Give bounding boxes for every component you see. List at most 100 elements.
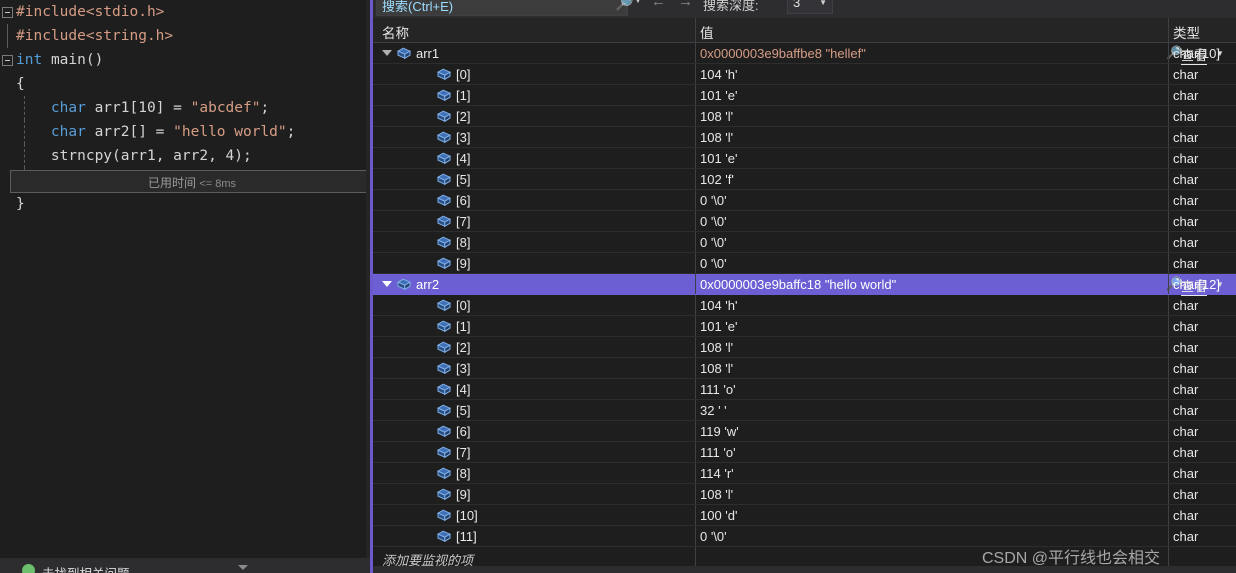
search-depth-select[interactable]: 3 ▼ <box>787 0 833 14</box>
cell-name: [1] <box>373 85 695 106</box>
table-row[interactable]: [7] 0 '\0' char <box>373 211 1236 232</box>
chevron-down-icon[interactable]: ▼ <box>634 0 642 5</box>
chevron-down-icon[interactable] <box>238 565 248 570</box>
column-header-value[interactable]: 值 <box>700 22 714 42</box>
cell-value[interactable]: 108 'l' <box>695 337 1168 358</box>
collapse-region-icon[interactable] <box>2 7 13 18</box>
code-token: 10 <box>138 100 156 116</box>
cell-value[interactable]: 108 'l' <box>695 127 1168 148</box>
cell-value[interactable]: 0x0000003e9baffbe8 "hellef" 🔍 查看 ▼ <box>695 43 1224 65</box>
column-divider-value-type <box>1168 106 1169 126</box>
cell-value[interactable]: 102 'f' <box>695 169 1168 190</box>
code-token: ; <box>260 100 270 116</box>
code-line[interactable]: #include<string.h> <box>0 24 370 48</box>
table-row[interactable]: [5] 102 'f' char <box>373 169 1236 190</box>
cell-value[interactable]: 104 'h' <box>695 295 1168 316</box>
cell-value[interactable]: 119 'w' <box>695 421 1168 442</box>
cell-value[interactable]: 108 'l' <box>695 484 1168 505</box>
cell-value[interactable]: 108 'l' <box>695 358 1168 379</box>
cell-value[interactable]: 111 'o' <box>695 379 1168 400</box>
table-row[interactable]: [9] 0 '\0' char <box>373 253 1236 274</box>
cell-value[interactable]: 0 '\0' <box>695 526 1168 547</box>
variable-cube-icon <box>437 362 451 375</box>
table-row[interactable]: [8] 114 'r' char <box>373 463 1236 484</box>
arrow-left-icon[interactable]: ← <box>651 0 666 10</box>
column-divider-name-value[interactable] <box>695 18 696 42</box>
table-row[interactable]: [1] 101 'e' char <box>373 316 1236 337</box>
table-row[interactable]: [10] 100 'd' char <box>373 505 1236 526</box>
table-row[interactable]: [7] 111 'o' char <box>373 442 1236 463</box>
variable-name: [10] <box>456 508 478 523</box>
arrow-right-icon[interactable]: → <box>678 0 693 10</box>
collapse-region-icon[interactable] <box>2 55 13 66</box>
table-row[interactable]: [6] 119 'w' char <box>373 421 1236 442</box>
table-row[interactable]: [6] 0 '\0' char <box>373 190 1236 211</box>
code-line[interactable]: strncpy(arr1, arr2, 4); <box>0 144 370 168</box>
cell-type: char <box>1168 232 1236 253</box>
search-input[interactable]: 搜索(Ctrl+E) <box>376 0 628 16</box>
column-divider-value-type <box>1168 316 1169 336</box>
expand-collapse-triangle-icon[interactable] <box>382 281 392 287</box>
cell-name: [3] <box>373 127 695 148</box>
cell-value[interactable]: 0 '\0' <box>695 211 1168 232</box>
variable-type: char <box>1173 109 1199 124</box>
table-row[interactable]: arr1 0x0000003e9baffbe8 "hellef" 🔍 查看 ▼ char[… <box>373 43 1236 65</box>
column-header-name[interactable]: 名称 <box>382 22 409 42</box>
code-line[interactable]: { <box>0 72 370 96</box>
table-row[interactable]: [4] 111 'o' char <box>373 379 1236 400</box>
column-header-type[interactable]: 类型 <box>1173 22 1200 42</box>
code-line[interactable]: #include<stdio.h> <box>0 0 370 24</box>
column-divider-name-value <box>695 211 696 231</box>
cell-name: [4] <box>373 148 695 169</box>
table-row[interactable]: [3] 108 'l' char <box>373 358 1236 379</box>
code-line[interactable]: char arr1[10] = "abcdef"; <box>0 96 370 120</box>
expand-collapse-triangle-icon[interactable] <box>382 50 392 56</box>
variable-type: char <box>1173 214 1199 229</box>
code-line[interactable]: int main() <box>0 48 370 72</box>
variable-value: 119 'w' <box>700 424 739 439</box>
cell-value[interactable]: 108 'l' <box>695 106 1168 127</box>
table-row[interactable]: [1] 101 'e' char <box>373 85 1236 106</box>
table-row[interactable]: [8] 0 '\0' char <box>373 232 1236 253</box>
cell-value[interactable]: 111 'o' <box>695 442 1168 463</box>
table-row[interactable]: [11] 0 '\0' char <box>373 526 1236 547</box>
table-row[interactable]: [2] 108 'l' char <box>373 337 1236 358</box>
table-row[interactable]: [0] 104 'h' char <box>373 64 1236 85</box>
variable-name: [8] <box>456 466 471 481</box>
column-divider-value-type[interactable] <box>1168 18 1169 42</box>
table-row[interactable]: [0] 104 'h' char <box>373 295 1236 316</box>
magnifier-icon[interactable]: 🔍 <box>615 0 634 12</box>
table-row[interactable]: [3] 108 'l' char <box>373 127 1236 148</box>
table-row[interactable]: [4] 101 'e' char <box>373 148 1236 169</box>
cell-value[interactable]: 32 ' ' <box>695 400 1168 421</box>
variable-type: char <box>1173 340 1199 355</box>
cell-value[interactable]: 101 'e' <box>695 85 1168 106</box>
code-editor[interactable]: #include<stdio.h> #include<string.h> int m… <box>0 0 370 558</box>
cell-value[interactable]: 0x0000003e9baffc18 "hello world" 🔍 查看 ▼ <box>695 274 1224 296</box>
cell-value[interactable]: 0 '\0' <box>695 190 1168 211</box>
column-divider-value-type <box>1168 442 1169 462</box>
variable-value: 102 'f' <box>700 172 734 187</box>
cell-type: char <box>1168 526 1236 547</box>
cell-value[interactable]: 104 'h' <box>695 64 1168 85</box>
cell-value[interactable]: 101 'e' <box>695 148 1168 169</box>
cell-value[interactable]: 100 'd' <box>695 505 1168 526</box>
cell-value[interactable]: 101 'e' <box>695 316 1168 337</box>
code-line[interactable]: char arr2[] = "hello world"; <box>0 120 370 144</box>
status-bar: 未找到相关问题 <box>0 558 370 573</box>
variable-name: [6] <box>456 193 471 208</box>
add-watch-row[interactable]: 添加要监视的项 <box>373 547 1236 568</box>
column-divider-value-type <box>1168 253 1169 273</box>
cell-value[interactable]: 0 '\0' <box>695 232 1168 253</box>
variable-value: 0x0000003e9baffbe8 "hellef" <box>700 46 866 61</box>
variable-value: 108 'l' <box>700 361 734 376</box>
table-row[interactable]: [9] 108 'l' char <box>373 484 1236 505</box>
cell-value[interactable]: 114 'r' <box>695 463 1168 484</box>
table-row[interactable]: arr2 0x0000003e9baffc18 "hello world" 🔍 查看 ▼… <box>373 274 1236 296</box>
table-row[interactable]: [2] 108 'l' char <box>373 106 1236 127</box>
cell-value[interactable]: 0 '\0' <box>695 253 1168 274</box>
code-line[interactable]: } <box>0 192 370 216</box>
table-row[interactable]: [5] 32 ' ' char <box>373 400 1236 421</box>
cell-type: char[12] <box>1168 274 1236 295</box>
